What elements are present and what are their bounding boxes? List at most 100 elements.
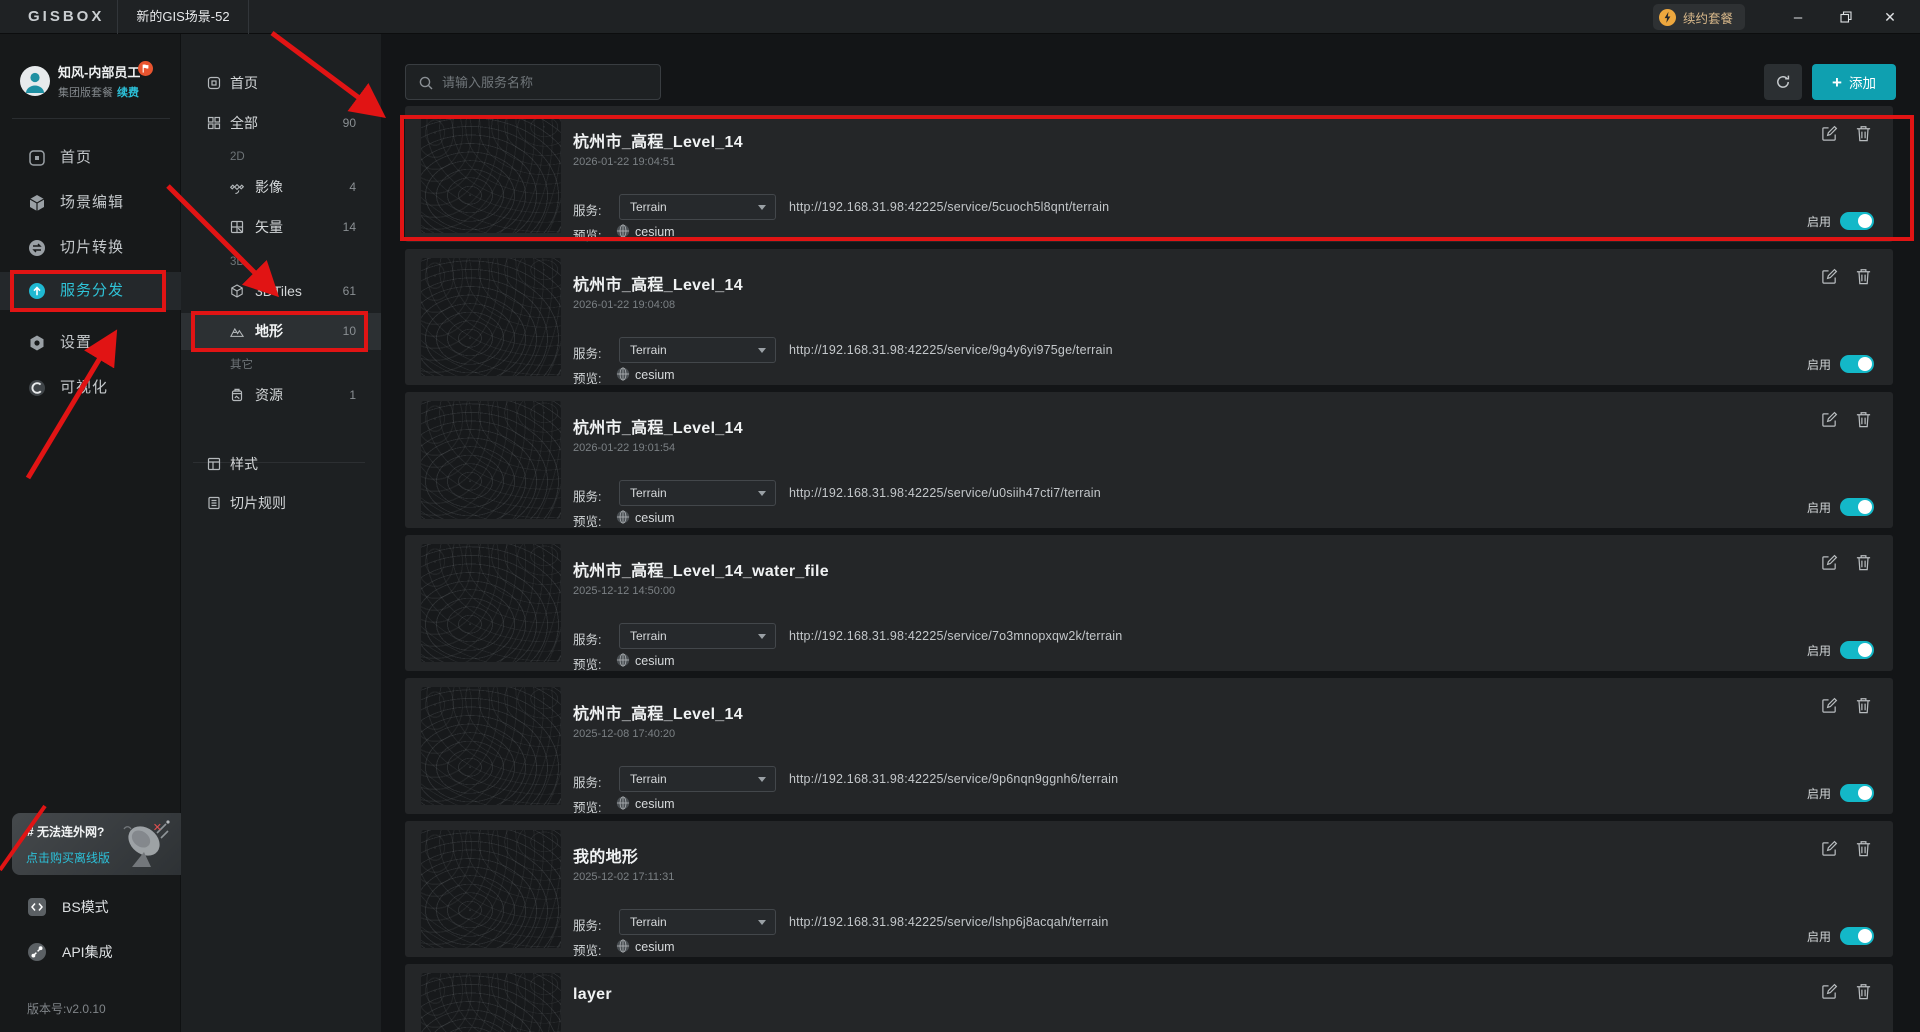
user-plan: 集团版套餐续费 — [58, 84, 139, 100]
edit-icon[interactable] — [1821, 125, 1838, 142]
sidebar-item-scene-edit[interactable]: 场景编辑 — [0, 184, 181, 222]
avatar — [20, 66, 50, 96]
add-service-button[interactable]: + 添加 — [1812, 64, 1896, 100]
chevron-down-icon — [758, 205, 766, 210]
cesium-preview-link[interactable]: cesium — [635, 797, 675, 811]
service-date: 2025-12-08 17:40:20 — [573, 728, 675, 740]
cesium-preview-link[interactable]: cesium — [635, 940, 675, 954]
imagery-satellite-icon — [230, 180, 244, 194]
settings-icon — [28, 334, 46, 352]
edit-icon[interactable] — [1821, 983, 1838, 1000]
service-type-dropdown[interactable]: Terrain — [619, 480, 776, 506]
delete-icon[interactable] — [1855, 411, 1872, 428]
bs-mode-button[interactable]: BS模式 — [0, 889, 181, 925]
chevron-down-icon — [758, 348, 766, 353]
service-card: layer — [405, 964, 1893, 1032]
enable-toggle[interactable] — [1840, 355, 1874, 373]
sidebar-item-visualization[interactable]: 可视化 — [0, 369, 181, 407]
minimize-button[interactable]: – — [1776, 0, 1820, 34]
chevron-down-icon — [758, 777, 766, 782]
service-thumbnail — [421, 973, 561, 1032]
flag-badge-icon — [138, 61, 153, 76]
enable-toggle[interactable] — [1840, 784, 1874, 802]
globe-icon — [616, 224, 630, 238]
catalog-item-resource[interactable]: 资源 1 — [181, 378, 381, 412]
offline-promo-card: # 无法连外网? ✕ 点击购买离线版 — [12, 813, 188, 875]
service-card: 我的地形 2025-12-02 17:11:31 服务: Terrain htt… — [405, 821, 1893, 957]
edit-icon[interactable] — [1821, 840, 1838, 857]
version-label: 版本号:v2.0.10 — [27, 1000, 106, 1017]
count-badge: 14 — [343, 210, 356, 244]
resource-box-icon — [230, 388, 244, 402]
gisbox-window: GISBOX 新的GIS场景-52 续约套餐 – ✕ 知风-内部员工 集团版套餐… — [0, 0, 1920, 1032]
enable-toggle[interactable] — [1840, 498, 1874, 516]
service-title: 杭州市_高程_Level_14 — [573, 271, 743, 295]
api-integration-button[interactable]: API集成 — [0, 934, 181, 970]
renew-link[interactable]: 续费 — [117, 87, 139, 99]
enable-toggle[interactable] — [1840, 212, 1874, 230]
service-type-dropdown[interactable]: Terrain — [619, 766, 776, 792]
enable-toggle[interactable] — [1840, 927, 1874, 945]
sidebar-item-slice-convert[interactable]: 切片转换 — [0, 229, 181, 267]
slice-rule-doc-icon — [207, 496, 221, 510]
service-thumbnail — [421, 830, 561, 948]
delete-icon[interactable] — [1855, 983, 1872, 1000]
service-type-dropdown[interactable]: Terrain — [619, 623, 776, 649]
search-input[interactable] — [442, 65, 654, 99]
service-url: http://192.168.31.98:42225/service/lshp6… — [789, 915, 1109, 929]
delete-icon[interactable] — [1855, 268, 1872, 285]
sidebar-item-home[interactable]: 首页 — [0, 139, 181, 177]
service-title: 杭州市_高程_Level_14 — [573, 700, 743, 724]
terrain-mountains-icon — [230, 325, 244, 339]
service-type-dropdown[interactable]: Terrain — [619, 337, 776, 363]
cesium-preview-link[interactable]: cesium — [635, 654, 675, 668]
catalog-item-3dtiles[interactable]: 3DTiles 61 — [181, 274, 381, 308]
vector-icon — [230, 220, 244, 234]
catalog-item-terrain[interactable]: 地形 10 — [181, 313, 381, 350]
catalog-item-vector[interactable]: 矢量 14 — [181, 210, 381, 244]
globe-icon — [616, 653, 630, 667]
catalog-item-slice-rule[interactable]: 切片规则 — [181, 486, 381, 520]
enable-toggle[interactable] — [1840, 641, 1874, 659]
delete-icon[interactable] — [1855, 125, 1872, 142]
service-url: http://192.168.31.98:42225/service/u0sii… — [789, 486, 1101, 500]
service-type-dropdown[interactable]: Terrain — [619, 194, 776, 220]
globe-icon — [616, 510, 630, 524]
service-title: 杭州市_高程_Level_14_water_file — [573, 557, 829, 581]
edit-icon[interactable] — [1821, 697, 1838, 714]
edit-icon[interactable] — [1821, 411, 1838, 428]
catalog-item-home[interactable]: 首页 — [181, 66, 381, 100]
refresh-button[interactable] — [1764, 64, 1802, 100]
service-url: http://192.168.31.98:42225/service/5cuoc… — [789, 200, 1109, 214]
restore-button[interactable] — [1824, 0, 1868, 34]
cesium-preview-link[interactable]: cesium — [635, 225, 675, 239]
catalog-item-imagery[interactable]: 影像 4 — [181, 170, 381, 204]
cesium-preview-link[interactable]: cesium — [635, 511, 675, 525]
service-list-panel: + 添加 杭州市_高程_Level_14 2026-01-22 19:04:51… — [381, 34, 1920, 1032]
edit-icon[interactable] — [1821, 268, 1838, 285]
service-card: 杭州市_高程_Level_14_water_file 2025-12-12 14… — [405, 535, 1893, 671]
close-button[interactable]: ✕ — [1868, 0, 1912, 34]
service-card: 杭州市_高程_Level_14 2025-12-08 17:40:20 服务: … — [405, 678, 1893, 814]
restore-icon — [1840, 11, 1852, 23]
service-type-dropdown[interactable]: Terrain — [619, 909, 776, 935]
sidebar-item-settings[interactable]: 设置 — [0, 324, 181, 362]
edit-icon[interactable] — [1821, 554, 1838, 571]
delete-icon[interactable] — [1855, 840, 1872, 857]
close-icon[interactable]: ✕ — [153, 821, 162, 834]
renew-plan-button[interactable]: 续约套餐 — [1653, 4, 1745, 30]
catalog-section-3d: 3D — [230, 250, 380, 274]
divider — [12, 118, 170, 119]
catalog-item-style[interactable]: 样式 — [181, 447, 381, 481]
delete-icon[interactable] — [1855, 697, 1872, 714]
code-icon — [28, 898, 46, 916]
delete-icon[interactable] — [1855, 554, 1872, 571]
catalog-item-all[interactable]: 全部 90 — [181, 106, 381, 140]
buy-offline-link[interactable]: 点击购买离线版 — [26, 849, 110, 866]
style-icon — [207, 457, 221, 471]
cesium-preview-link[interactable]: cesium — [635, 368, 675, 382]
home-icon — [207, 76, 221, 90]
sidebar-item-service-publish[interactable]: 服务分发 — [0, 272, 181, 310]
scene-tab[interactable]: 新的GIS场景-52 — [117, 0, 249, 34]
lightning-icon — [1659, 9, 1676, 26]
